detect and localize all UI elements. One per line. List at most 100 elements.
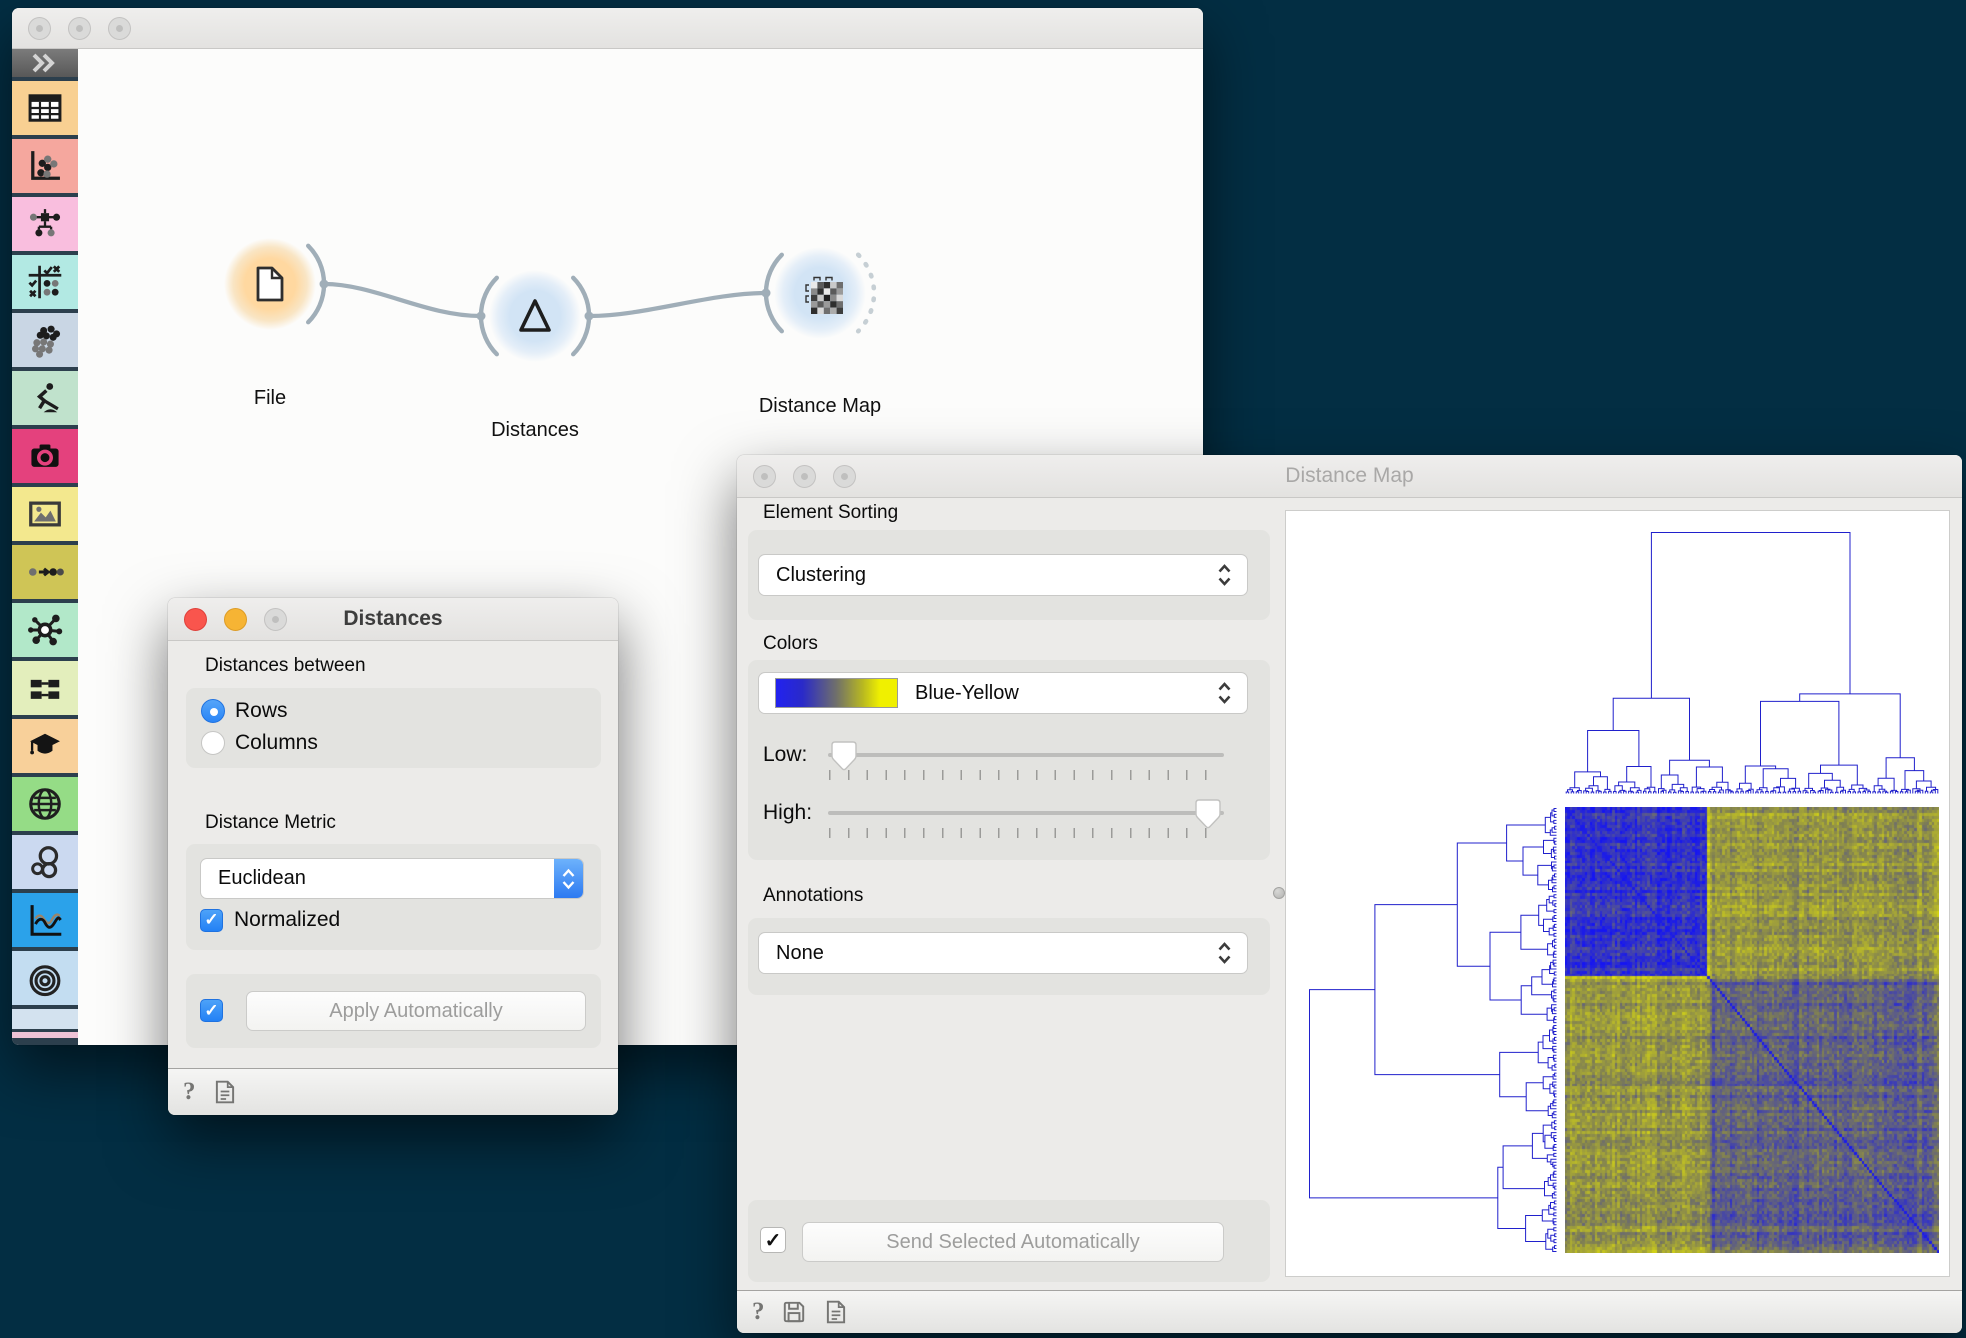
- rows-radio-row[interactable]: Rows: [201, 699, 288, 723]
- dig-icon: [26, 379, 64, 417]
- network-icon: [26, 611, 64, 649]
- high-slider-thumb[interactable]: [1195, 799, 1221, 830]
- sidebar-tile-spectroscopy[interactable]: [12, 951, 78, 1005]
- sidebar-tile-educational[interactable]: [12, 719, 78, 773]
- sidebar-tile-sliver: [12, 1032, 78, 1038]
- file-icon: [258, 268, 282, 300]
- columns-radio-label: Columns: [235, 731, 318, 755]
- element-sorting-label: Element Sorting: [763, 502, 898, 524]
- sidebar-tile-time-series[interactable]: [12, 893, 78, 947]
- node-label-distance-map: Distance Map: [700, 395, 940, 418]
- sidebar-tile-geo[interactable]: [12, 777, 78, 831]
- columns-radio[interactable]: [201, 731, 225, 755]
- low-slider-thumb[interactable]: [831, 741, 857, 772]
- close-button[interactable]: [28, 17, 51, 40]
- zoom-button[interactable]: [108, 17, 131, 40]
- sidebar-tile-evaluate[interactable]: [12, 255, 78, 309]
- apply-automatically-checkbox[interactable]: ✓: [200, 999, 223, 1022]
- minimize-button[interactable]: [793, 465, 816, 488]
- sidebar-tile-model[interactable]: [12, 197, 78, 251]
- distances-between-label: Distances between: [205, 655, 366, 677]
- rows-radio-label: Rows: [235, 699, 288, 723]
- sidebar-tile-unsupervised[interactable]: [12, 313, 78, 367]
- evaluate-icon: [26, 263, 64, 301]
- distances-between-group: Rows Columns: [186, 688, 601, 768]
- minimize-button[interactable]: [224, 608, 247, 631]
- low-slider-label: Low:: [763, 743, 807, 767]
- distance-metric-combo[interactable]: Euclidean: [200, 858, 584, 899]
- rows-radio[interactable]: [201, 699, 225, 723]
- left-dendrogram: [1308, 807, 1558, 1253]
- apply-group: ✓ Apply Automatically: [186, 974, 601, 1048]
- sidebar-tile-partial[interactable]: [12, 1009, 78, 1029]
- distance-map-visualization[interactable]: [1285, 510, 1950, 1277]
- apply-automatically-button[interactable]: Apply Automatically: [246, 991, 586, 1031]
- table-icon: [26, 89, 64, 127]
- distance-metric-label: Distance Metric: [205, 812, 336, 834]
- element-sorting-group: Clustering: [748, 530, 1270, 620]
- tree-icon: [26, 205, 64, 243]
- desktop: { "desktop": { "background_color": "#032…: [0, 0, 1966, 1338]
- normalized-row[interactable]: ✓ Normalized: [200, 908, 340, 932]
- toolbox-expand-header[interactable]: [12, 49, 78, 77]
- window-title: Distance Map: [737, 455, 1962, 497]
- normalized-checkbox[interactable]: ✓: [200, 909, 223, 932]
- distance-map-statusbar: ?: [737, 1290, 1962, 1333]
- colors-combo[interactable]: Blue-Yellow: [758, 672, 1248, 714]
- annotations-group: None: [748, 918, 1270, 995]
- spiral-icon: [26, 959, 64, 997]
- zoom-button[interactable]: [833, 465, 856, 488]
- canvas-window-titlebar: [12, 8, 1203, 49]
- sidebar-tile-images[interactable]: [12, 487, 78, 541]
- stepper-up-down-icon[interactable]: [554, 859, 583, 898]
- circles-icon: [26, 843, 64, 881]
- help-icon[interactable]: ?: [183, 1078, 196, 1106]
- zoom-button[interactable]: [264, 608, 287, 631]
- camera-icon: [26, 437, 64, 475]
- sidebar-tile-image-analytics[interactable]: [12, 429, 78, 483]
- distances-statusbar: ?: [168, 1068, 618, 1115]
- distances-dialog: Distances Distances between Rows Columns…: [168, 598, 618, 1115]
- node-label-distances: Distances: [415, 419, 655, 442]
- timeseries-icon: [26, 901, 64, 939]
- distance-map-icon: [806, 278, 843, 315]
- annotations-combo[interactable]: None: [758, 932, 1248, 974]
- cluster-icon: [26, 321, 64, 359]
- palette-gradient-swatch: [775, 678, 898, 708]
- normalized-label: Normalized: [234, 908, 340, 932]
- element-sorting-combo[interactable]: Clustering: [758, 554, 1248, 596]
- top-dendrogram: [1565, 531, 1939, 795]
- distance-map-titlebar: Distance Map: [737, 455, 1962, 498]
- sidebar-tile-visualize[interactable]: [12, 139, 78, 193]
- slider-ticks: [829, 828, 1224, 838]
- annotations-label: Annotations: [763, 885, 863, 907]
- minimize-button[interactable]: [68, 17, 91, 40]
- sidebar-tile-transform[interactable]: [12, 545, 78, 599]
- slider-track: [828, 753, 1224, 757]
- widget-toolbox-sidebar: [12, 49, 78, 1045]
- sidebar-tile-networks[interactable]: [12, 603, 78, 657]
- globe-icon: [26, 785, 64, 823]
- colors-group: Blue-Yellow Low: High:: [748, 660, 1270, 860]
- report-icon[interactable]: [823, 1299, 849, 1325]
- sidebar-tile-bioinformatics[interactable]: [12, 835, 78, 889]
- picture-icon: [26, 495, 64, 533]
- close-button[interactable]: [753, 465, 776, 488]
- close-button[interactable]: [184, 608, 207, 631]
- high-slider-label: High:: [763, 801, 812, 825]
- sidebar-tile-prototypes[interactable]: [12, 371, 78, 425]
- help-icon[interactable]: ?: [752, 1298, 765, 1326]
- columns-radio-row[interactable]: Columns: [201, 731, 318, 755]
- chevron-up-down-icon: [1216, 681, 1233, 705]
- splitter-handle[interactable]: [1273, 887, 1285, 899]
- sidebar-tile-data[interactable]: [12, 81, 78, 135]
- send-selected-button[interactable]: Send Selected Automatically: [802, 1222, 1224, 1262]
- distances-titlebar: Distances: [168, 598, 618, 641]
- save-icon[interactable]: [781, 1299, 807, 1325]
- sidebar-tile-text-mining[interactable]: [12, 661, 78, 715]
- send-selected-checkbox[interactable]: ✓: [760, 1227, 786, 1253]
- distance-heatmap[interactable]: [1565, 807, 1939, 1253]
- report-icon[interactable]: [212, 1079, 238, 1105]
- slider-ticks: [829, 770, 1224, 780]
- node-label-file: File: [150, 387, 390, 410]
